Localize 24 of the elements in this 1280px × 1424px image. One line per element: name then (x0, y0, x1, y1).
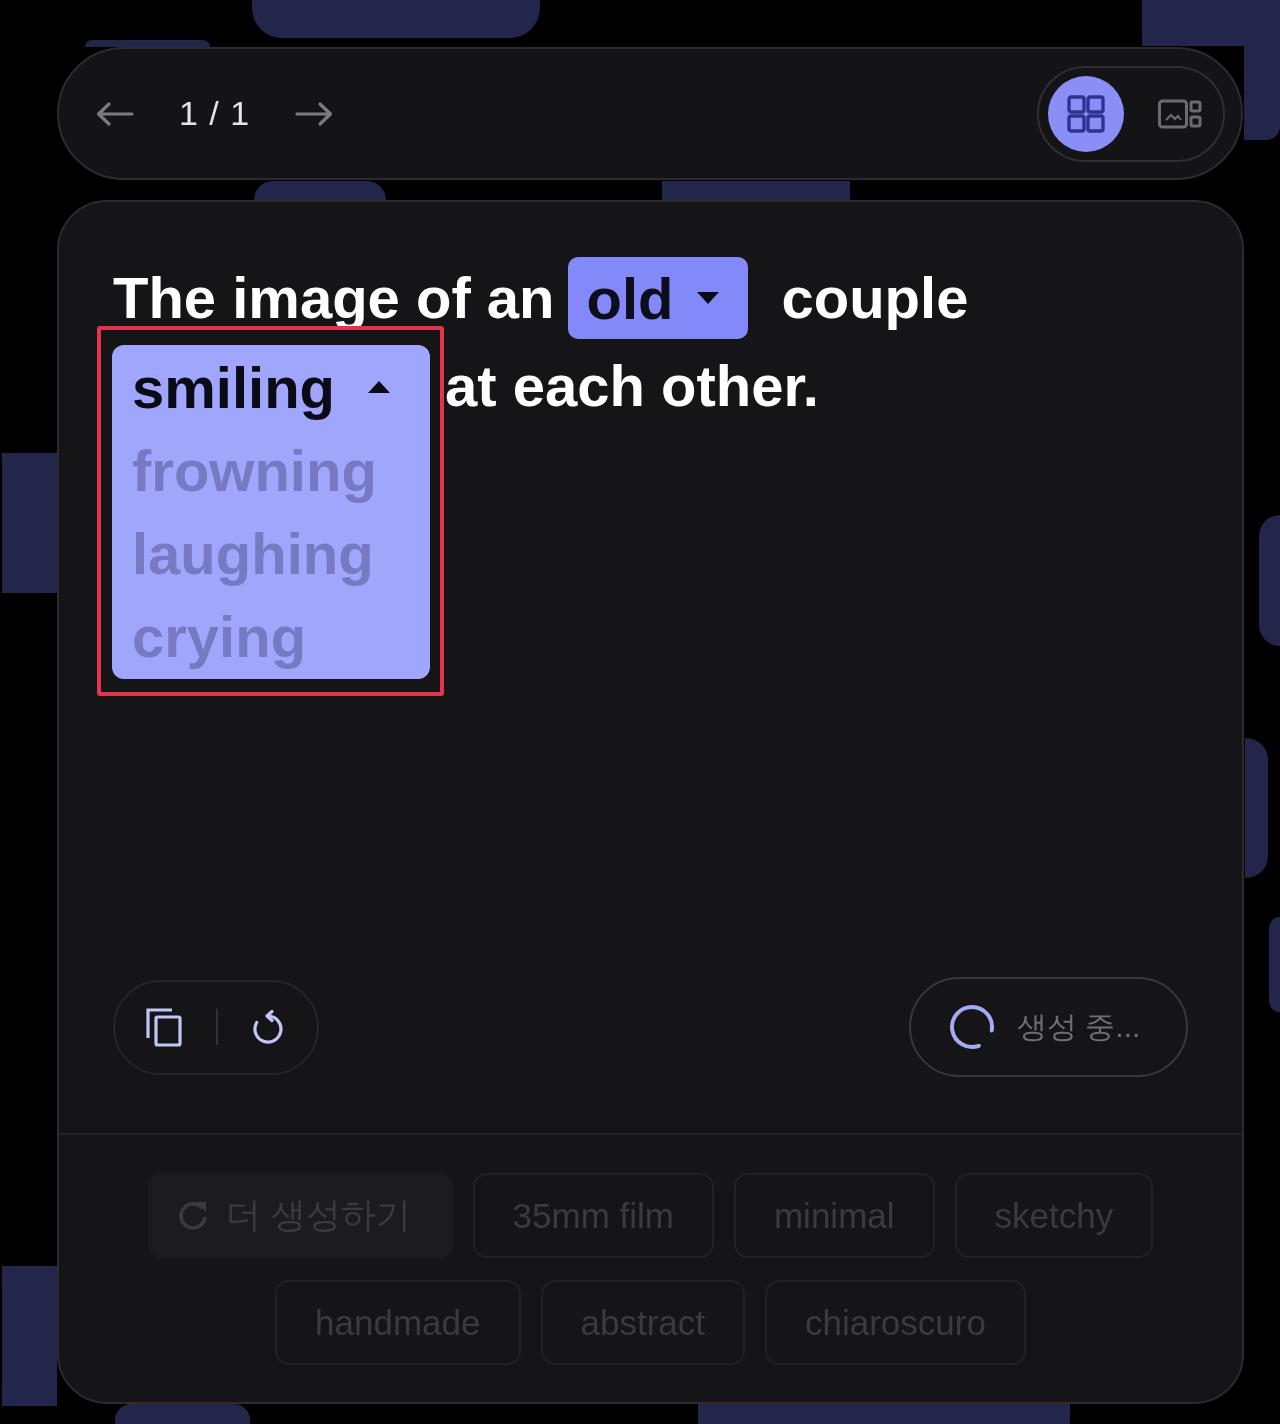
page-counter: 1 / 1 (179, 94, 251, 133)
arrow-right-icon (294, 100, 335, 127)
dropdown-chip[interactable]: old (567, 257, 748, 339)
view-toggle-button[interactable] (1048, 75, 1124, 152)
prompt-text: at each other. (445, 352, 819, 420)
dropdown-option[interactable]: frowning (112, 429, 430, 512)
image-grid-icon (1158, 98, 1202, 129)
generating-button[interactable]: 생성 중... (909, 977, 1188, 1077)
view-toggle-button[interactable] (1158, 98, 1202, 129)
dropdown-trigger[interactable]: smiling (112, 345, 430, 429)
previous-button[interactable] (95, 100, 135, 127)
next-button[interactable] (294, 100, 335, 127)
caret-down-icon (696, 292, 719, 304)
prompt-text: couple (781, 264, 969, 332)
regenerate-button[interactable] (250, 1008, 286, 1046)
dropdown-option[interactable]: laughing (112, 512, 430, 595)
arrow-left-icon (95, 100, 135, 127)
copy-icon (145, 1007, 183, 1047)
caret-up-icon (368, 381, 390, 393)
refresh-icon (250, 1008, 286, 1046)
prompt-text: The image of an (113, 264, 555, 332)
dropdown-option[interactable]: crying (112, 595, 430, 678)
copy-button[interactable] (145, 1007, 183, 1047)
grid-icon (1067, 94, 1105, 133)
